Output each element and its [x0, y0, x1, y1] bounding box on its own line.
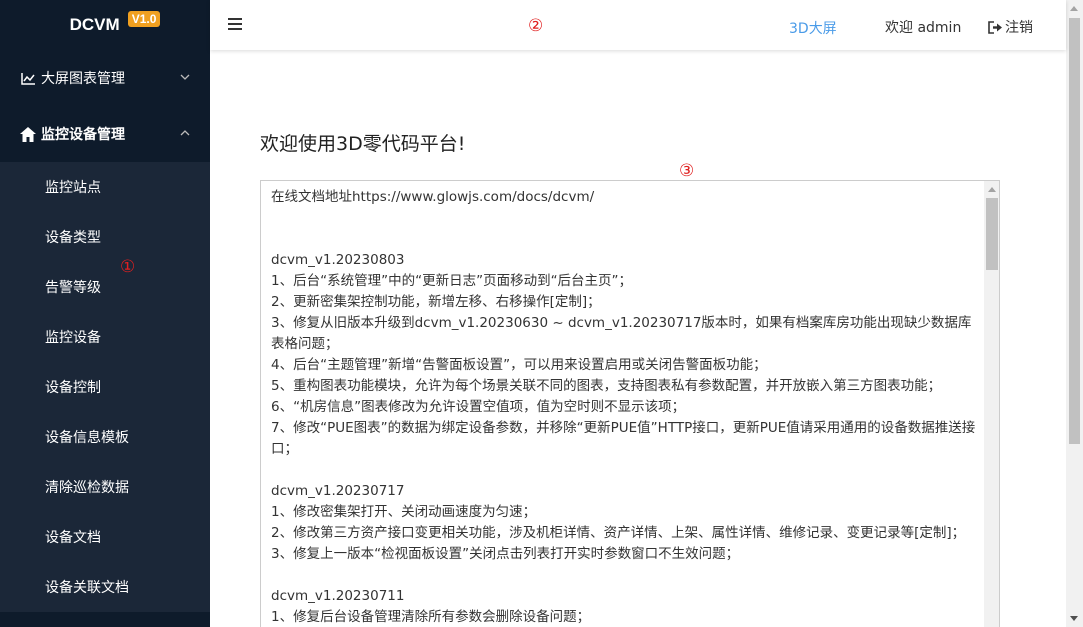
- changelog-textarea[interactable]: 在线文档地址https://www.glowjs.com/docs/dcvm/ ​…: [260, 180, 1000, 627]
- chevron-down-icon: [180, 74, 190, 80]
- sidebar-item-device-types[interactable]: 设备类型: [0, 212, 210, 262]
- scroll-up-icon[interactable]: [988, 187, 996, 192]
- top-header: ② 3D大屏 欢迎 admin 注销: [210, 0, 1066, 50]
- changelog-line: 1、后台“系统管理”中的“更新日志”页面移动到“后台主页”；: [271, 273, 633, 289]
- chevron-up-icon: [180, 130, 190, 136]
- main-content: 欢迎使用3D零代码平台! ③ 在线文档地址https://www.glowjs.…: [210, 50, 1066, 627]
- changelog-line: 3、修复从旧版本升级到dcvm_v1.20230630 ~ dcvm_v1.20…: [271, 315, 972, 352]
- changelog-line: 1、修复后台设备管理清除所有参数会删除设备问题；: [271, 609, 591, 625]
- changelog-line: ​: [271, 229, 979, 250]
- annotation-marker-3: ③: [679, 161, 695, 181]
- changelog-line: dcvm_v1.20230717: [271, 483, 405, 499]
- sidebar-item-device-linked-docs[interactable]: 设备关联文档: [0, 562, 210, 612]
- changelog-line: dcvm_v1.20230803: [271, 252, 405, 268]
- menu-toggle-icon[interactable]: [228, 18, 242, 31]
- sidebar-item-label: 监控站点: [45, 180, 101, 196]
- sidebar-item-label: 设备文档: [45, 530, 101, 546]
- changelog-line: ​: [271, 460, 979, 481]
- version-badge: V1.0: [127, 11, 161, 27]
- changelog-line: 5、重构图表功能模块，允许为每个场景关联不同的图表，支持图表私有参数配置，并开放…: [271, 378, 942, 394]
- scroll-up-icon[interactable]: [1070, 6, 1078, 11]
- logout-button[interactable]: 注销: [988, 17, 1033, 37]
- submenu: 监控站点 设备类型 告警等级 监控设备 设备控制 设备信息模板 清除巡检数据 设…: [0, 162, 210, 612]
- sidebar-item-device-control[interactable]: 设备控制: [0, 362, 210, 412]
- changelog-line: 3、修复上一版本“检视面板设置”关闭点击列表打开实时参数窗口不生效问题；: [271, 546, 740, 562]
- sidebar-item-label: 设备类型: [45, 230, 101, 246]
- changelog-line: dcvm_v1.20230711: [271, 588, 405, 604]
- annotation-marker-1: ①: [120, 257, 136, 277]
- 3d-screen-link[interactable]: 3D大屏: [789, 18, 837, 38]
- changelog-line: ​: [271, 208, 979, 229]
- menu-group-chart-management[interactable]: 大屏图表管理: [0, 50, 210, 106]
- scroll-down-icon[interactable]: [1070, 616, 1078, 621]
- changelog-line: ​: [271, 565, 979, 586]
- line-chart-icon: [20, 70, 36, 86]
- welcome-user: 欢迎 admin: [885, 20, 962, 36]
- page-scrollbar[interactable]: [1066, 0, 1083, 627]
- home-icon: [20, 126, 36, 142]
- changelog-line: 2、修改第三方资产接口变更相关功能，涉及机柜详情、资产详情、上架、属性详情、维修…: [271, 525, 966, 541]
- annotation-marker-2: ②: [528, 16, 544, 36]
- logout-label: 注销: [1005, 20, 1033, 36]
- app-logo: DCVM: [69, 15, 120, 34]
- sidebar-item-alarm-levels[interactable]: 告警等级: [0, 262, 210, 312]
- sidebar-item-label: 告警等级: [45, 280, 101, 296]
- sidebar: DCVM V1.0 大屏图表管理 监控设备管理 监控站点 设备类型 告警等级 监…: [0, 0, 210, 627]
- sidebar-item-label: 监控设备: [45, 330, 101, 346]
- changelog-content: 在线文档地址https://www.glowjs.com/docs/dcvm/ ​…: [261, 181, 989, 627]
- menu-group-device-management[interactable]: 监控设备管理: [0, 106, 210, 162]
- menu-group-label: 大屏图表管理: [41, 71, 125, 87]
- changelog-line: 1、修改密集架打开、关闭动画速度为匀速；: [271, 504, 537, 520]
- changelog-line: 2、更新密集架控制功能，新增左移、右移操作[定制]；: [271, 294, 601, 310]
- sign-out-icon: [988, 20, 1002, 34]
- sidebar-item-label: 设备信息模板: [45, 430, 129, 446]
- page-title: 欢迎使用3D零代码平台!: [260, 133, 466, 155]
- changelog-line: 在线文档地址https://www.glowjs.com/docs/dcvm/: [271, 189, 595, 205]
- scrollbar-thumb[interactable]: [1069, 18, 1080, 444]
- sidebar-item-monitor-devices[interactable]: 监控设备: [0, 312, 210, 362]
- sidebar-item-device-docs[interactable]: 设备文档: [0, 512, 210, 562]
- logo-area: DCVM V1.0: [0, 0, 210, 50]
- changelog-scrollbar[interactable]: [984, 181, 999, 627]
- sidebar-item-label: 设备控制: [45, 380, 101, 396]
- changelog-line: 6、“机房信息”图表修改为允许设置空值项，值为空时则不显示该项；: [271, 399, 686, 415]
- sidebar-item-clear-inspection-data[interactable]: 清除巡检数据: [0, 462, 210, 512]
- sidebar-item-monitor-sites[interactable]: 监控站点: [0, 162, 210, 212]
- sidebar-item-device-info-template[interactable]: 设备信息模板: [0, 412, 210, 462]
- menu-group-label: 监控设备管理: [41, 127, 125, 143]
- scrollbar-thumb[interactable]: [986, 198, 998, 270]
- changelog-line: 4、后台“主题管理”新增“告警面板设置”，可以用来设置启用或关闭告警面板功能；: [271, 357, 767, 373]
- changelog-line: 7、修改“PUE图表”的数据为绑定设备参数，并移除“更新PUE值”HTTP接口，…: [271, 420, 976, 457]
- sidebar-item-label: 设备关联文档: [45, 580, 129, 596]
- sidebar-item-label: 清除巡检数据: [45, 480, 129, 496]
